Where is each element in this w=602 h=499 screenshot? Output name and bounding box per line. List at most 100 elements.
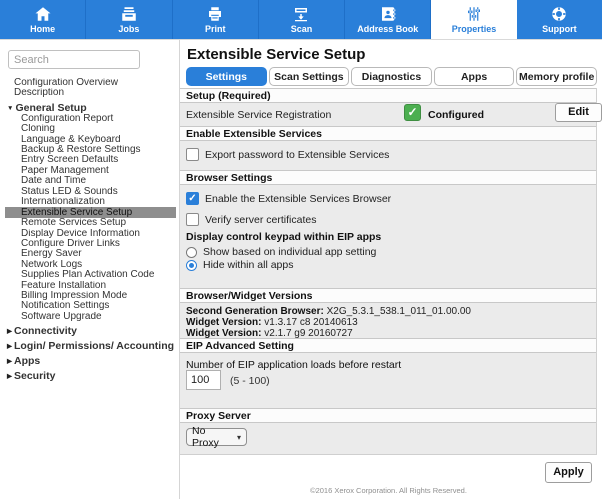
sidebar-item[interactable]: Configuration Overview: [0, 78, 179, 88]
nav-tab-support[interactable]: Support: [517, 0, 602, 39]
nav-tab-scan[interactable]: Scan: [259, 0, 345, 39]
nav-tab-label: Print: [205, 25, 226, 34]
chevron-down-icon: ▾: [237, 433, 241, 442]
nav-tab-label: Scan: [291, 25, 313, 34]
sidebar-item[interactable]: Language & Keyboard: [0, 135, 179, 145]
main-content: Extensible Service Setup Settings Scan S…: [180, 40, 602, 499]
print-icon: [206, 5, 224, 23]
support-icon: [550, 5, 568, 23]
triangle-right-icon: ▶: [7, 358, 12, 365]
hide-all-radio[interactable]: [186, 260, 197, 271]
triangle-right-icon: ▶: [7, 343, 12, 350]
jobs-icon: [120, 5, 138, 23]
tab-scan-settings[interactable]: Scan Settings: [269, 67, 350, 86]
enable-browser-checkbox[interactable]: ✓: [186, 192, 199, 205]
top-navigation: Home Jobs Print Scan Address Book: [0, 0, 602, 40]
section-enable-services: Enable Extensible Services: [180, 126, 596, 141]
scan-icon: [292, 5, 310, 23]
sidebar-item-label: Internationalization: [21, 197, 105, 207]
sidebar-item[interactable]: ▶Login/ Permissions/ Accounting: [0, 340, 179, 352]
sidebar-item[interactable]: Extensible Service Setup: [5, 207, 176, 218]
sidebar-item[interactable]: Remote Services Setup: [0, 218, 179, 228]
section-eip-advanced: EIP Advanced Setting: [180, 338, 596, 353]
sidebar-item[interactable]: Status LED & Sounds: [0, 187, 179, 197]
sidebar-item[interactable]: Configure Driver Links: [0, 239, 179, 249]
sidebar-item-label: Paper Management: [21, 166, 109, 176]
sidebar-item[interactable]: ▶Apps: [0, 355, 179, 367]
sidebar-item[interactable]: Internationalization: [0, 197, 179, 207]
sidebar-item[interactable]: Paper Management: [0, 166, 179, 176]
triangle-right-icon: ▶: [7, 373, 12, 380]
sidebar-item[interactable]: Billing Impression Mode: [0, 291, 179, 301]
sidebar-item-label: General Setup: [15, 102, 86, 114]
sidebar-item-label: Configuration Report: [21, 114, 113, 124]
apply-button[interactable]: Apply: [545, 462, 592, 483]
sidebar-item[interactable]: Backup & Restore Settings: [0, 145, 179, 155]
tab-settings[interactable]: Settings: [186, 67, 267, 86]
status-badge: Configured: [428, 109, 484, 121]
sidebar-item-label: Energy Saver: [21, 249, 82, 259]
sidebar-item-label: Status LED & Sounds: [21, 187, 118, 197]
sidebar-item[interactable]: Display Device Information: [0, 229, 179, 239]
properties-icon: [465, 5, 483, 23]
verify-certificates-label: Verify server certificates: [205, 214, 316, 226]
tab-memory-profile[interactable]: Memory profile: [516, 67, 597, 86]
tab-diagnostics[interactable]: Diagnostics: [351, 67, 432, 86]
registration-row: Extensible Service Registration ✓ Config…: [186, 104, 602, 126]
sidebar-item-label: Feature Installation: [21, 281, 106, 291]
nav-tab-label: Address Book: [357, 25, 418, 34]
edit-button[interactable]: Edit: [555, 103, 602, 122]
sidebar-item[interactable]: Notification Settings: [0, 301, 179, 311]
proxy-selected-value: No Proxy: [192, 425, 235, 449]
radio-show-row: Show based on individual app setting: [186, 246, 376, 258]
sidebar-item[interactable]: Entry Screen Defaults: [0, 155, 179, 165]
keypad-heading: Display control keypad within EIP apps: [186, 231, 381, 243]
sidebar-item-label: Billing Impression Mode: [21, 291, 127, 301]
sidebar-item-label: Security: [14, 370, 55, 382]
copyright-text: ©2016 Xerox Corporation. All Rights Rese…: [180, 486, 597, 495]
nav-tab-address-book[interactable]: Address Book: [345, 0, 431, 39]
nav-tab-label: Support: [542, 25, 577, 34]
radio-hide-row: Hide within all apps: [186, 259, 293, 271]
tab-apps[interactable]: Apps: [434, 67, 515, 86]
verify-certificates-checkbox[interactable]: [186, 213, 199, 226]
sidebar-item-label: Date and Time: [21, 176, 86, 186]
sidebar-item-label: Cloning: [21, 124, 55, 134]
sidebar-item-label: Network Logs: [21, 260, 82, 270]
nav-tab-print[interactable]: Print: [173, 0, 259, 39]
proxy-select[interactable]: No Proxy ▾: [186, 428, 247, 446]
sidebar-item-label: Supplies Plan Activation Code: [21, 270, 154, 280]
sidebar: Configuration OverviewDescription ▼Genera…: [0, 40, 180, 499]
sidebar-item[interactable]: ▶Security: [0, 370, 179, 382]
sidebar-item[interactable]: Configuration Report: [0, 114, 179, 124]
sidebar-item-label: Configure Driver Links: [21, 239, 120, 249]
sidebar-item[interactable]: ▶Connectivity: [0, 325, 179, 337]
search-input[interactable]: [8, 50, 140, 69]
sidebar-item[interactable]: Network Logs: [0, 260, 179, 270]
sidebar-item[interactable]: Cloning: [0, 124, 179, 134]
verify-certificates-row: Verify server certificates: [186, 213, 316, 226]
check-icon: ✓: [404, 104, 421, 121]
section-browser-settings: Browser Settings: [180, 170, 596, 185]
sidebar-item-label: Display Device Information: [21, 229, 140, 239]
nav-tab-jobs[interactable]: Jobs: [86, 0, 172, 39]
sidebar-item[interactable]: Date and Time: [0, 176, 179, 186]
sidebar-item[interactable]: Energy Saver: [0, 249, 179, 259]
sidebar-item-label: Remote Services Setup: [21, 218, 126, 228]
page-title: Extensible Service Setup: [187, 46, 365, 63]
nav-tab-home[interactable]: Home: [0, 0, 86, 39]
sidebar-item[interactable]: Feature Installation: [0, 281, 179, 291]
export-password-label: Export password to Extensible Services: [205, 149, 389, 161]
show-individual-radio[interactable]: [186, 247, 197, 258]
sidebar-menu: Configuration OverviewDescription ▼Genera…: [0, 78, 179, 382]
sidebar-item[interactable]: Supplies Plan Activation Code: [0, 270, 179, 280]
eip-loads-input[interactable]: [186, 370, 221, 390]
nav-tab-label: Home: [30, 25, 55, 34]
sidebar-item[interactable]: ▼General Setup: [0, 102, 179, 114]
nav-tab-label: Jobs: [118, 25, 139, 34]
sidebar-item[interactable]: Description: [0, 88, 179, 98]
export-password-checkbox[interactable]: [186, 148, 199, 161]
nav-tab-properties[interactable]: Properties: [431, 0, 516, 39]
sidebar-item[interactable]: Software Upgrade: [0, 312, 179, 322]
enable-browser-row: ✓ Enable the Extensible Services Browser: [186, 192, 391, 205]
